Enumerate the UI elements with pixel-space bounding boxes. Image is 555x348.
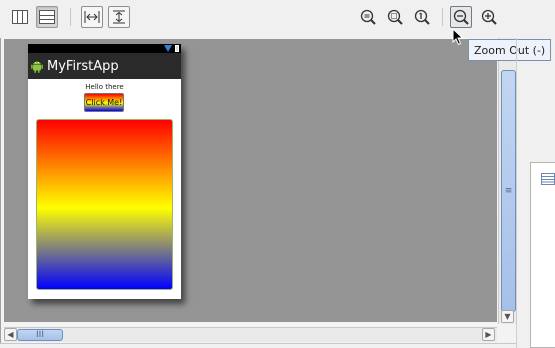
zoom-reset-button[interactable] [357,6,379,28]
split-columns-button[interactable] [9,6,31,28]
battery-icon [175,45,179,52]
mouse-cursor-icon [452,28,464,46]
split-rows-icon [39,10,55,24]
zoom-in-button[interactable] [478,6,500,28]
zoom-fit-button[interactable] [384,6,406,28]
zoom-actual-button[interactable] [411,6,433,28]
zoom-in-icon [481,9,497,25]
split-columns-icon [12,10,28,24]
zoom-out-icon [453,9,469,25]
horizontal-scrollbar[interactable]: ◀ III ▶ [4,327,497,342]
table-icon [541,173,555,185]
status-bar [28,44,181,53]
scroll-left-button[interactable]: ◀ [4,328,17,341]
zoom-reset-icon [360,9,376,25]
layout-toolbar [0,0,555,38]
zoom-actual-icon [414,9,430,25]
vertical-scrollbar[interactable]: ▲ ≡ ▼ [498,38,517,324]
gradient-view[interactable] [36,119,173,290]
android-icon [31,61,43,73]
fit-width-icon [84,11,100,23]
click-me-button[interactable]: Click Me! [84,93,124,112]
app-title: MyFirstApp [47,58,119,74]
scroll-right-button[interactable]: ▶ [482,328,495,341]
zoom-out-tooltip: Zoom Out (-) [468,39,552,61]
zoom-fit-icon [387,9,403,25]
split-rows-button[interactable] [36,6,58,28]
fit-height-button[interactable] [108,6,130,28]
device-preview[interactable]: MyFirstApp Hello there Click Me! [28,44,181,299]
fit-height-icon [113,10,125,24]
status-strip [0,343,516,348]
hello-text: Hello there [85,83,124,91]
side-panel [530,162,555,348]
scroll-down-button[interactable]: ▼ [501,310,514,323]
panel-divider[interactable] [516,38,517,348]
vertical-scroll-thumb[interactable]: ≡ [501,70,516,312]
horizontal-scroll-thumb[interactable]: III [17,329,63,341]
app-title-bar: MyFirstApp [28,53,181,79]
vertical-grip-icon: ≡ [504,185,513,196]
horizontal-grip-icon: III [36,329,44,340]
wifi-icon [164,45,172,52]
zoom-out-button[interactable] [450,6,472,28]
fit-width-button[interactable] [81,6,103,28]
